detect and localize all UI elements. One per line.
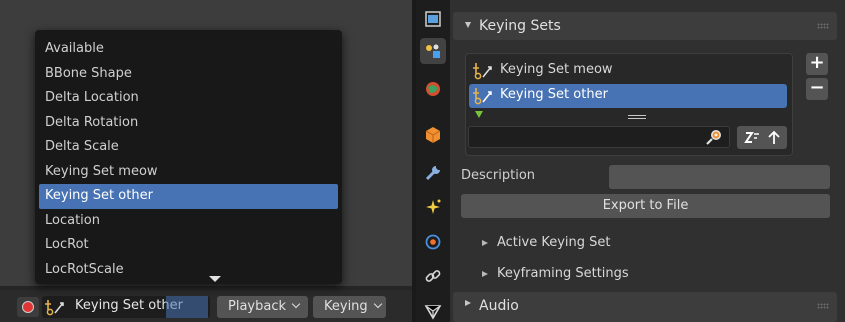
keyframing-settings-subpanel[interactable]: Keyframing Settings: [461, 263, 830, 287]
text-selection-highlight: [166, 296, 208, 318]
keying-dropdown[interactable]: Keying: [313, 296, 386, 318]
data-icon: [424, 305, 442, 320]
audio-panel-header[interactable]: Audio: [453, 292, 837, 322]
tab-constraints[interactable]: [420, 263, 446, 289]
tab-modifiers[interactable]: [420, 160, 446, 186]
keying-set-dropdown-menu: Available BBone Shape Delta Location Del…: [35, 30, 342, 284]
subpanel-title: Keyframing Settings: [497, 266, 629, 281]
disclosure-closed-icon: [482, 240, 488, 246]
playback-dropdown[interactable]: Playback: [217, 296, 308, 318]
add-keying-set-button[interactable]: +: [806, 53, 828, 75]
menu-item-delta-rotation[interactable]: Delta Rotation: [35, 111, 342, 136]
menu-item-delta-location[interactable]: Delta Location: [35, 86, 342, 111]
disclosure-closed-icon: [465, 300, 471, 306]
description-input[interactable]: [609, 165, 830, 189]
drag-grip-icon[interactable]: [817, 303, 829, 309]
list-item-label: Keying Set other: [500, 87, 608, 102]
list-resize-handle[interactable]: [628, 115, 646, 119]
scroll-down-arrow-icon[interactable]: [209, 276, 221, 282]
menu-item-available[interactable]: Available: [35, 37, 342, 62]
tab-particles[interactable]: [420, 194, 446, 220]
keying-sets-panel-title: Keying Sets: [479, 18, 561, 34]
menu-item-location[interactable]: Location: [35, 209, 342, 234]
list-item-keying-set-meow[interactable]: Keying Set meow: [469, 59, 787, 83]
sort-reverse-arrow-icon: [768, 130, 780, 144]
list-filter-input[interactable]: [468, 126, 730, 148]
subpanel-title: Active Keying Set: [497, 235, 611, 250]
tab-world[interactable]: [420, 76, 446, 102]
keyingset-icon: [471, 61, 493, 85]
keying-label: Keying: [324, 299, 368, 314]
properties-tabs: [416, 0, 450, 322]
menu-item-keying-set-meow[interactable]: Keying Set meow: [35, 160, 342, 185]
filter-options-toggle-icon[interactable]: [475, 111, 483, 118]
zoom-in-icon: [706, 130, 721, 145]
chevron-down-icon: [291, 299, 301, 309]
disclosure-closed-icon: [482, 271, 488, 277]
remove-keying-set-button[interactable]: −: [806, 78, 828, 100]
menu-item-bbone-shape[interactable]: BBone Shape: [35, 62, 342, 87]
chevron-down-icon: [373, 299, 382, 309]
sort-options-button[interactable]: [737, 126, 787, 149]
tab-object[interactable]: [420, 122, 446, 148]
menu-item-locrotscale[interactable]: LocRotScale: [35, 258, 342, 283]
tab-render[interactable]: [420, 6, 446, 32]
menu-item-locrot[interactable]: LocRot: [35, 233, 342, 258]
audio-panel-title: Audio: [479, 298, 519, 314]
drag-grip-icon[interactable]: [817, 23, 829, 29]
scene-icon: [426, 44, 440, 58]
keyingset-icon: [471, 86, 493, 110]
tab-data[interactable]: [420, 298, 446, 322]
modifier-icon: [425, 166, 440, 181]
filter-search-button[interactable]: [699, 127, 729, 147]
menu-item-delta-scale[interactable]: Delta Scale: [35, 135, 342, 160]
auto-keying-record-button[interactable]: [17, 297, 39, 317]
particles-icon: [426, 199, 441, 214]
sort-alphabetical-icon: [744, 131, 759, 143]
description-label: Description: [461, 168, 536, 183]
tab-physics[interactable]: [420, 229, 446, 255]
menu-item-keying-set-other[interactable]: Keying Set other: [39, 184, 338, 209]
object-icon: [425, 127, 441, 143]
export-to-file-button[interactable]: Export to File: [461, 194, 830, 218]
disclosure-open-icon: [465, 22, 471, 28]
playback-label: Playback: [228, 299, 287, 314]
list-item-keying-set-other[interactable]: Keying Set other: [469, 84, 787, 108]
record-icon: [22, 301, 34, 313]
tab-scene[interactable]: [420, 38, 446, 64]
active-keying-set-subpanel[interactable]: Active Keying Set: [461, 232, 830, 256]
keying-sets-panel-header[interactable]: Keying Sets: [453, 12, 837, 40]
list-item-label: Keying Set meow: [500, 62, 613, 77]
render-icon: [425, 11, 441, 27]
physics-icon: [425, 234, 441, 250]
keyingset-icon: [44, 298, 66, 320]
world-icon: [426, 82, 440, 96]
constraints-icon: [425, 270, 441, 282]
